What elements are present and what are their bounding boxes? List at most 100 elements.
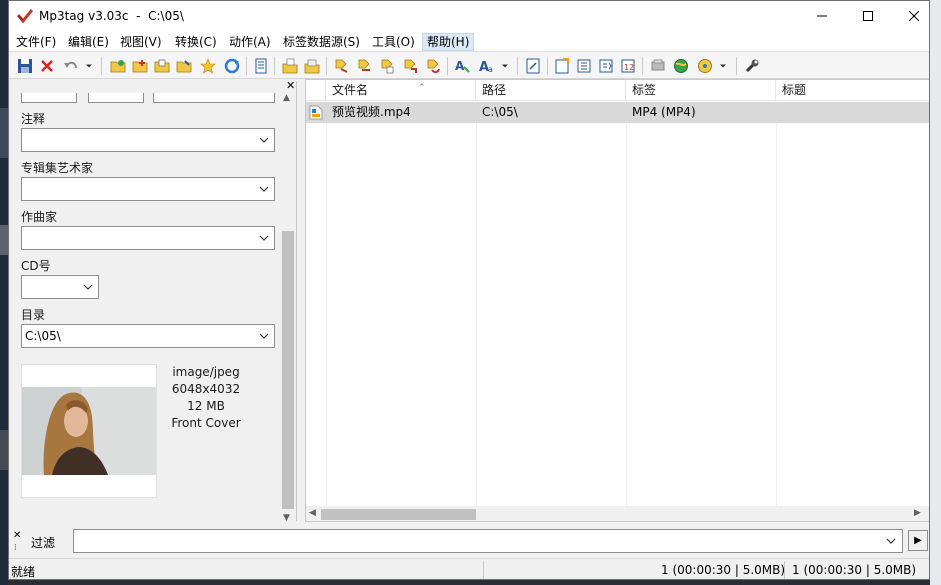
convert-text-tag-button[interactable] — [377, 56, 397, 76]
column-header-tag[interactable]: 标签 — [626, 80, 776, 101]
filter-input[interactable] — [73, 529, 903, 553]
cell-tag: MP4 (MP4) — [632, 105, 696, 119]
add-directory-button[interactable] — [130, 56, 150, 76]
album-artist-field[interactable] — [21, 177, 275, 201]
actions-button[interactable]: A — [453, 56, 473, 76]
scroll-down-icon[interactable]: ▼ — [283, 513, 290, 521]
column-header-path[interactable]: 路径 — [476, 80, 626, 101]
menu-tools[interactable]: 工具(O) — [368, 33, 419, 51]
tag-source-button[interactable] — [648, 56, 668, 76]
menu-tag-sources[interactable]: 标签数据源(S) — [279, 33, 364, 51]
column-header-icon[interactable] — [306, 80, 326, 101]
web-source-button[interactable] — [671, 56, 691, 76]
close-button[interactable] — [891, 1, 929, 31]
scroll-right-icon[interactable]: ▶ — [914, 508, 921, 518]
export-text-button[interactable] — [552, 56, 572, 76]
title-bar[interactable]: Mp3tag v3.03c - C:\05\ — [9, 1, 929, 31]
list-header: 文件名 ⌃ 路径 标签 标题 — [306, 80, 929, 101]
extended-tags-button[interactable] — [523, 56, 543, 76]
import-text-button[interactable] — [574, 56, 594, 76]
tag-source-dropdown[interactable] — [717, 56, 729, 76]
convert-tag-filename-button[interactable] — [331, 56, 351, 76]
actions-icon: A — [455, 59, 470, 73]
save-button[interactable] — [15, 56, 35, 76]
chevron-down-icon — [259, 333, 269, 339]
playlist-button[interactable] — [596, 56, 616, 76]
tag-to-filename-icon — [335, 59, 348, 73]
import-icon — [577, 59, 591, 73]
menu-help[interactable]: 帮助(H) — [422, 33, 475, 51]
undo-dropdown[interactable] — [83, 56, 95, 76]
remove-tag-button[interactable] — [37, 56, 57, 76]
toolbar: A Aa 12 — [9, 53, 929, 79]
toolbar-separator — [274, 57, 275, 75]
scrollbar-thumb[interactable] — [282, 231, 294, 509]
disc-number-field[interactable] — [21, 275, 99, 299]
numbering-icon: 12 — [621, 59, 635, 73]
tag-panel-toggle-button[interactable] — [251, 56, 271, 76]
panel-splitter[interactable] — [298, 79, 304, 521]
change-directory-button[interactable] — [108, 56, 128, 76]
directory-field[interactable]: C:\05\ — [21, 324, 275, 348]
save-playlist-button[interactable] — [152, 56, 172, 76]
undo-button[interactable] — [61, 56, 81, 76]
cover-art-image — [22, 365, 156, 497]
panel-icon — [255, 58, 267, 74]
actions-dropdown[interactable] — [499, 56, 511, 76]
menu-edit[interactable]: 编辑(E) — [64, 33, 113, 51]
scroll-up-icon[interactable]: ▲ — [283, 93, 290, 103]
filter-go-button[interactable]: ▶ — [908, 530, 928, 551]
mp3tag-app-icon — [17, 9, 33, 24]
menu-view[interactable]: 视图(V) — [116, 33, 166, 51]
remove-tag-icon — [41, 60, 53, 72]
extended-tags-icon — [526, 58, 540, 74]
column-header-filename[interactable]: 文件名 ⌃ — [326, 80, 476, 101]
refresh-button[interactable] — [222, 56, 242, 76]
favorites-button[interactable] — [198, 56, 218, 76]
settings-button[interactable] — [742, 56, 762, 76]
svg-text:A: A — [455, 59, 465, 73]
print-button[interactable] — [302, 56, 322, 76]
menu-actions[interactable]: 动作(A) — [225, 33, 275, 51]
desktop-background-left — [0, 0, 8, 585]
comment-field[interactable] — [21, 128, 275, 152]
scrollbar-thumb[interactable] — [321, 509, 476, 520]
case-convert-button[interactable]: Aa — [477, 56, 497, 76]
table-row[interactable]: 预览视频.mp4 C:\05\ MP4 (MP4) — [306, 102, 929, 123]
export-button[interactable] — [280, 56, 300, 76]
scroll-left-icon[interactable]: ◀ — [309, 508, 316, 518]
undo-icon — [64, 61, 77, 69]
column-header-title[interactable]: 标题 — [776, 80, 929, 101]
freedb-source-button[interactable] — [695, 56, 715, 76]
toolbar-separator — [246, 57, 247, 75]
status-total: 1 (00:00:30 | 5.0MB) — [792, 563, 917, 577]
chevron-down-icon — [259, 186, 269, 192]
maximize-button[interactable] — [845, 1, 891, 31]
folder-add-icon — [132, 60, 148, 73]
menu-file[interactable]: 文件(F) — [12, 33, 60, 51]
numbering-button[interactable]: 12 — [618, 56, 638, 76]
convert-filename-tag-button[interactable] — [354, 56, 374, 76]
column-divider — [626, 101, 627, 506]
directory-value: C:\05\ — [25, 329, 61, 343]
cover-art-dimensions: 6048x4032 — [171, 382, 241, 396]
status-bar: 就绪 1 (00:00:30 | 5.0MB) 1 (00:00:30 | 5.… — [9, 558, 929, 579]
cover-art[interactable] — [21, 364, 157, 498]
cell-path: C:\05\ — [482, 105, 518, 119]
tag-panel-scrollbar[interactable]: ▲ ▼ — [280, 91, 296, 521]
panel-close-icon[interactable]: ✕ — [286, 81, 296, 91]
chevron-down-icon — [259, 137, 269, 143]
composer-field[interactable] — [21, 226, 275, 250]
chevron-down-icon[interactable] — [885, 535, 897, 547]
comment-label: 注释 — [21, 112, 46, 126]
minimize-button[interactable] — [799, 1, 845, 31]
wrench-icon — [745, 59, 759, 73]
menu-convert[interactable]: 转换(C) — [171, 33, 221, 51]
open-folder-button[interactable] — [174, 56, 194, 76]
file-list[interactable]: 文件名 ⌃ 路径 标签 标题 预览视频.mp4 C:\05\ MP4 (MP4)… — [305, 79, 929, 522]
file-list-hscrollbar[interactable]: ◀ ▶ — [306, 506, 929, 521]
convert-filename-filename-button[interactable] — [423, 56, 443, 76]
convert-tag-tag-button[interactable] — [400, 56, 420, 76]
play-arrow-icon: ▶ — [914, 535, 922, 546]
filter-close-icon[interactable]: ✕ — [13, 530, 21, 541]
